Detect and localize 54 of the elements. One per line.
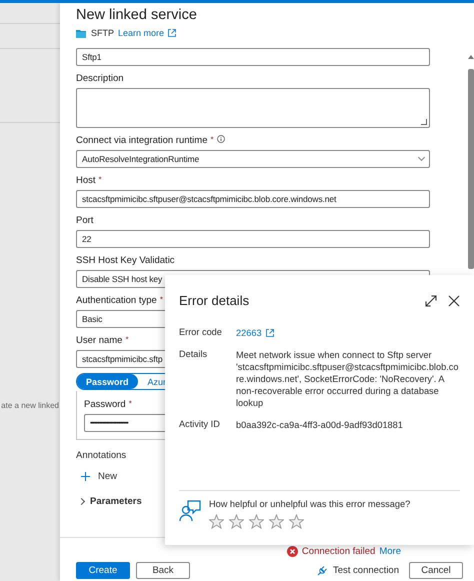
auth-option[interactable]: Azur bbox=[138, 374, 176, 389]
required-mark: * bbox=[128, 399, 132, 408]
detail-value: Meet network issue when connect to Sftp server 'stcacsftpmimicibc.sftpuser@stcacsftpmimicibc.blob.core.windows.net', SocketErrorCode: 'NoRecovery'. A non-recoverable error occurred during a database lookup bbox=[236, 349, 460, 409]
input-field[interactable]: Sftp1 bbox=[76, 48, 430, 66]
input-field[interactable]: 22 bbox=[76, 230, 430, 248]
plug-icon bbox=[316, 565, 328, 576]
test-connection-button[interactable]: Test connection bbox=[316, 565, 399, 576]
input-field[interactable]: stcacsftpmimicibc.sftpuser@stcacsftpmimicibc.blob.core.windows.net bbox=[76, 190, 430, 208]
back-button[interactable]: Back bbox=[136, 562, 190, 579]
connector-name: SFTP bbox=[91, 28, 114, 38]
required-mark: * bbox=[98, 175, 102, 184]
field-label: Host bbox=[76, 175, 96, 186]
field-label: SSH Host Key Validatic bbox=[76, 255, 175, 266]
required-mark: * bbox=[125, 335, 129, 344]
create-button[interactable]: Create bbox=[76, 562, 130, 579]
field-label: Port bbox=[76, 215, 94, 226]
detail-label: Error code bbox=[179, 327, 223, 339]
detail-label: Details bbox=[179, 349, 208, 361]
external-link-icon bbox=[266, 329, 274, 337]
folder-icon bbox=[76, 28, 86, 38]
auth-option[interactable]: Password bbox=[77, 374, 138, 389]
star-icon[interactable] bbox=[289, 514, 304, 529]
close-icon[interactable] bbox=[448, 294, 460, 306]
detail-value: b0aa392c-ca9a-4ff3-a00d-9adf93d01881 bbox=[236, 419, 404, 431]
expand-icon[interactable] bbox=[425, 294, 437, 306]
star-icon[interactable] bbox=[249, 514, 264, 529]
field-label: Description bbox=[76, 73, 124, 84]
section-expander[interactable]: Parameters bbox=[76, 496, 142, 507]
star-icon[interactable] bbox=[209, 514, 224, 529]
field-label: User name bbox=[76, 335, 122, 346]
star-icon[interactable] bbox=[229, 514, 244, 529]
cancel-button[interactable]: Cancel bbox=[409, 562, 463, 579]
required-mark: * bbox=[210, 135, 214, 144]
feedback-icon bbox=[179, 500, 201, 522]
section-heading: Annotations bbox=[76, 450, 128, 463]
field-label: Password bbox=[84, 399, 126, 410]
field-label: Authentication type bbox=[76, 295, 157, 306]
external-link-icon bbox=[168, 29, 176, 37]
panel-title: New linked service bbox=[76, 7, 198, 24]
text-area[interactable] bbox=[76, 88, 430, 128]
field-label: Connect via integration runtime bbox=[76, 135, 208, 146]
more-link[interactable]: More bbox=[379, 546, 401, 556]
detail-label: Activity ID bbox=[179, 419, 221, 431]
info-icon[interactable] bbox=[216, 135, 225, 143]
star-icon[interactable] bbox=[269, 514, 284, 529]
learn-more-link[interactable]: Learn more bbox=[118, 28, 164, 38]
status-message: Connection failed bbox=[302, 546, 376, 556]
new-annotation-button[interactable]: New bbox=[76, 469, 118, 483]
dropdown[interactable]: AutoResolveIntegrationRuntime bbox=[76, 150, 430, 168]
feedback-question: How helpful or unhelpful was this error message? bbox=[209, 499, 410, 509]
sidebar-text: ate a new linked bbox=[1, 401, 59, 410]
dialog-title: Error details bbox=[179, 293, 250, 308]
required-mark: * bbox=[160, 295, 163, 304]
error-code-link[interactable]: 22663 bbox=[236, 327, 262, 339]
